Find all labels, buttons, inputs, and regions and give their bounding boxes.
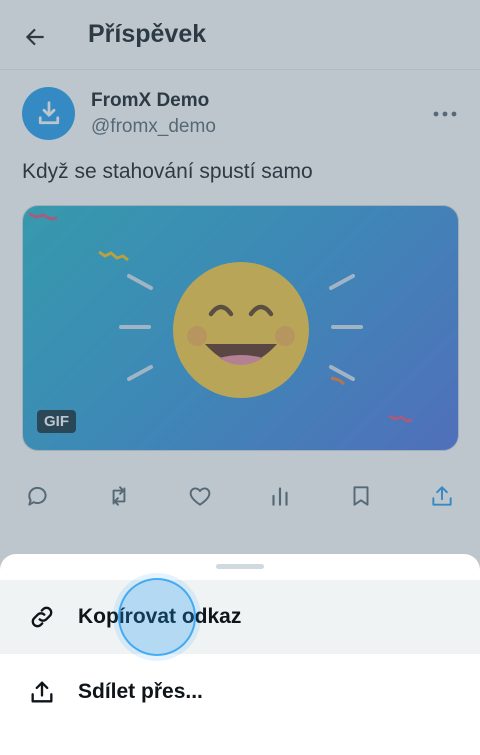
- share-icon: [26, 676, 58, 708]
- share-via-option[interactable]: Sdílet přes...: [0, 655, 480, 729]
- screen: Příspěvek FromX Demo @fromx_demo Když se…: [0, 0, 480, 755]
- touch-indicator: [118, 578, 196, 656]
- share-via-label: Sdílet přes...: [78, 680, 203, 703]
- copy-link-option[interactable]: Kopírovat odkaz: [0, 580, 480, 654]
- link-icon: [26, 601, 58, 633]
- share-sheet: Kopírovat odkaz Sdílet přes...: [0, 554, 480, 755]
- sheet-drag-handle[interactable]: [216, 564, 264, 569]
